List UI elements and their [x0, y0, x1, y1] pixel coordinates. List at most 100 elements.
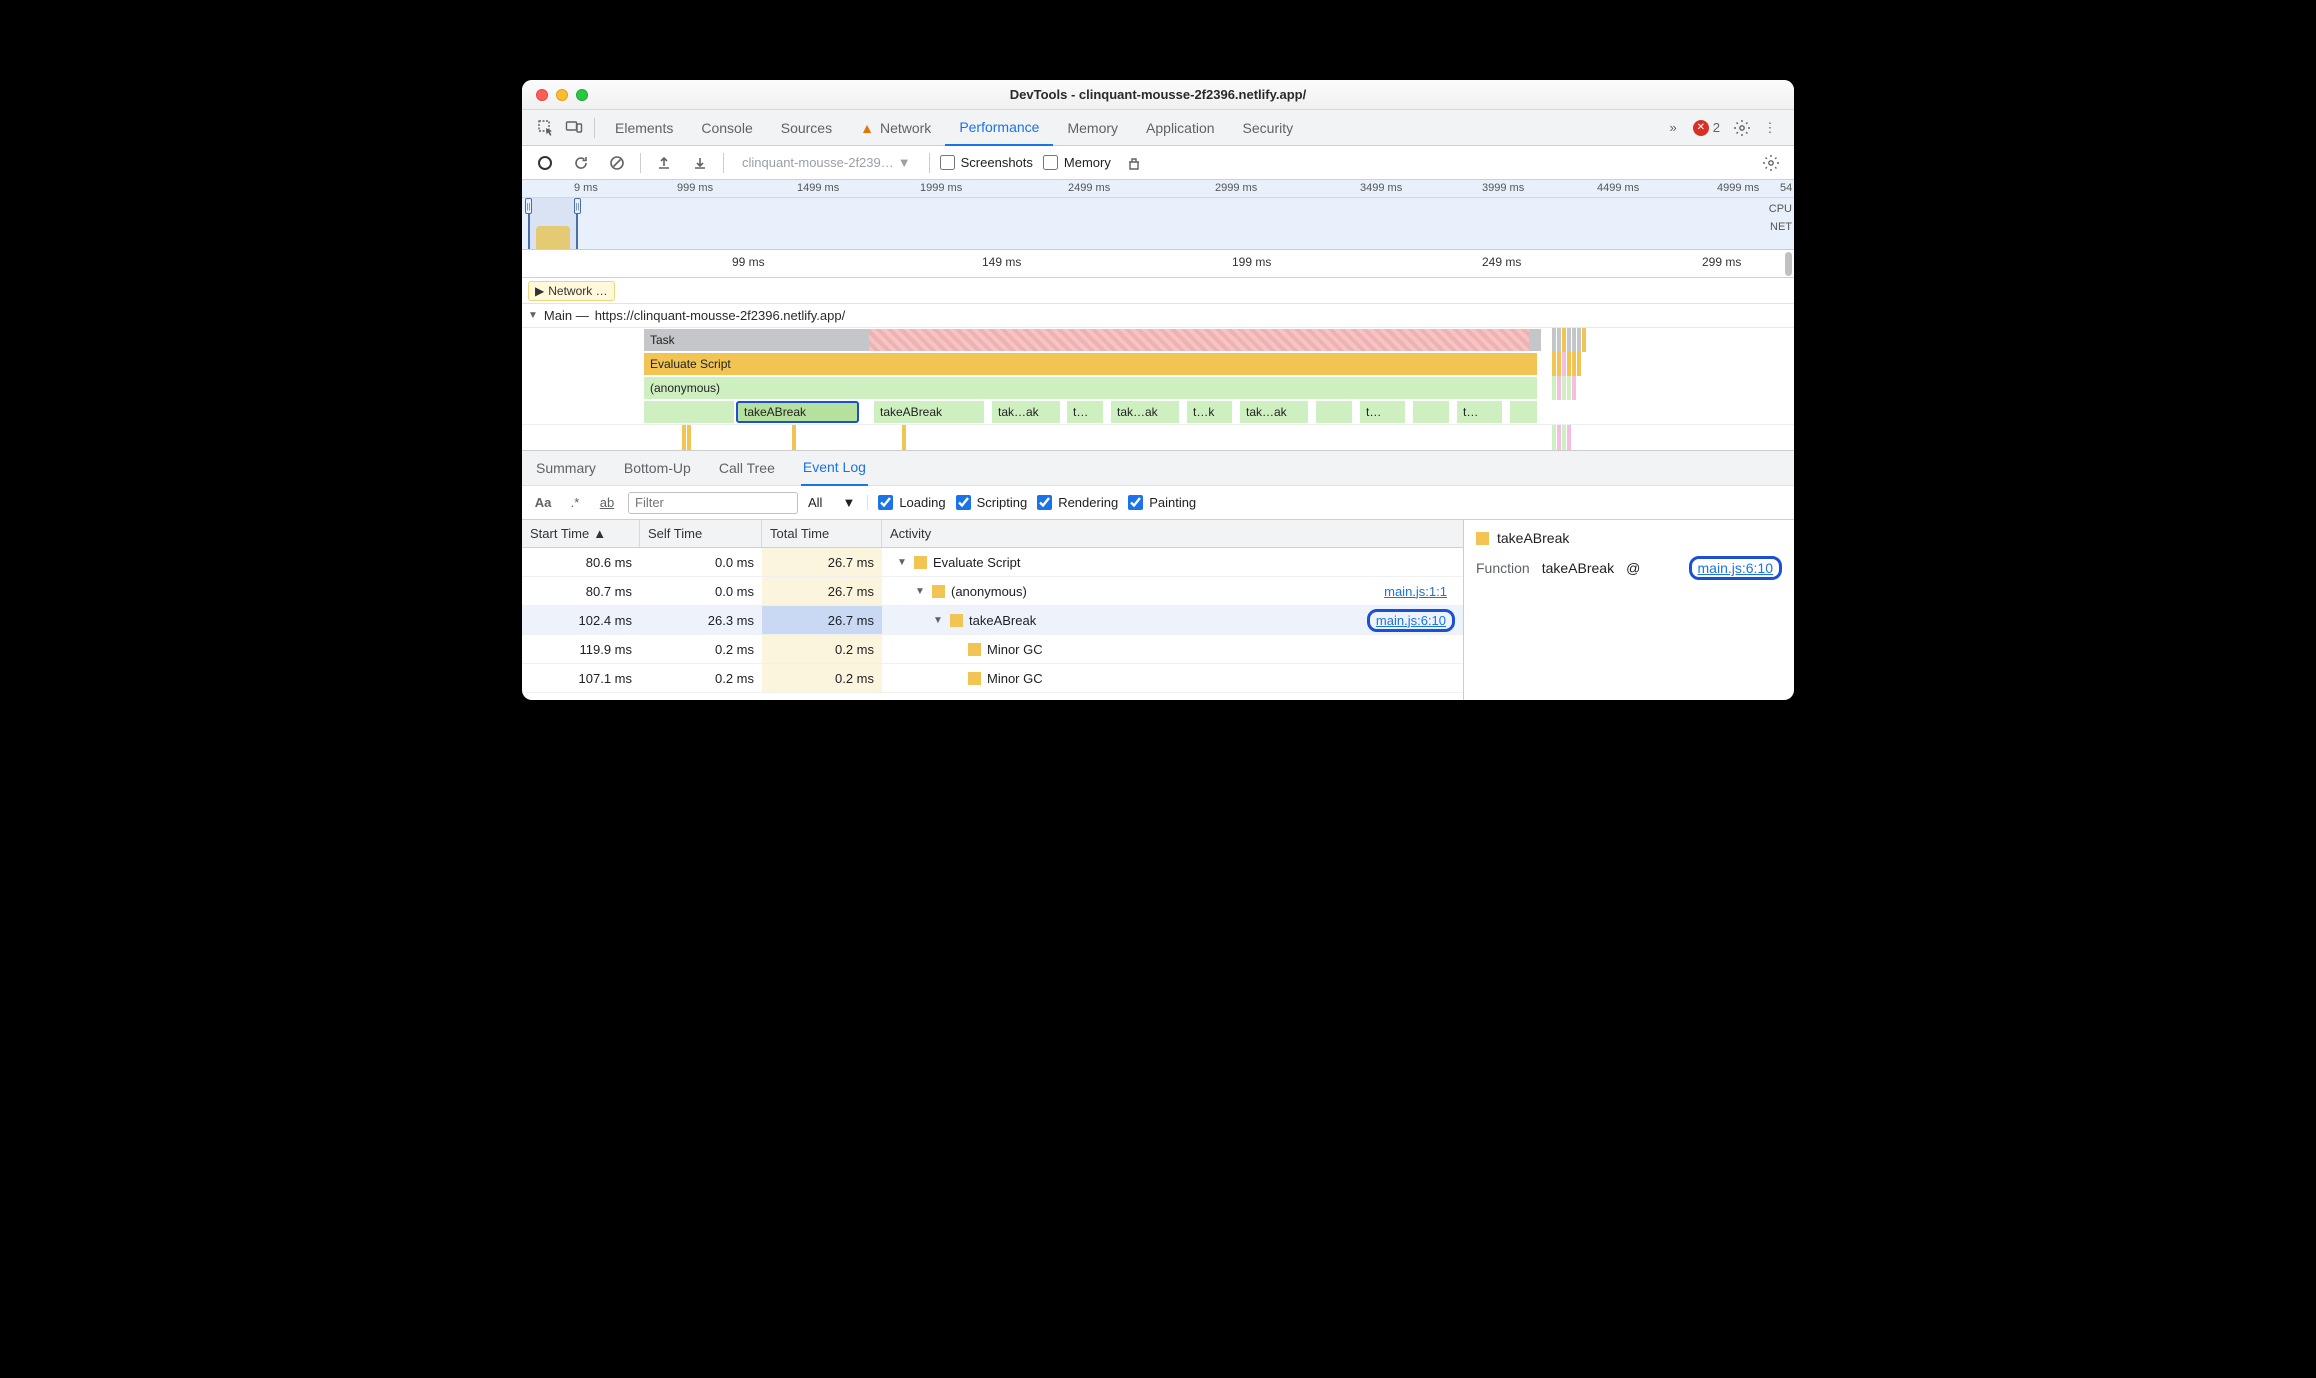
more-menu-icon[interactable]: ⋮ [1756, 114, 1784, 142]
flame-evaluate-script[interactable]: Evaluate Script [644, 353, 1537, 375]
clear-button[interactable] [604, 150, 630, 176]
expander-icon[interactable]: ▼ [896, 557, 908, 568]
flame-eval-mini [1552, 352, 1622, 376]
eventlog-row[interactable]: 80.6 ms0.0 ms26.7 ms▼Evaluate Script [522, 548, 1463, 577]
flame-call[interactable]: tak…ak [992, 401, 1060, 423]
screenshots-checkbox-input[interactable] [940, 155, 955, 170]
tab-elements[interactable]: Elements [601, 110, 687, 146]
regex-icon[interactable]: .* [564, 495, 586, 510]
screenshots-label: Screenshots [961, 155, 1033, 170]
reload-button[interactable] [568, 150, 594, 176]
flame-call[interactable]: t… [1360, 401, 1405, 423]
network-track[interactable]: ▶ Network … [522, 278, 1794, 304]
tab-security[interactable]: Security [1229, 110, 1308, 146]
filter-painting-checkbox[interactable]: Painting [1128, 495, 1196, 510]
detail-scrollbar[interactable] [1785, 252, 1792, 276]
tab-application[interactable]: Application [1132, 110, 1229, 146]
tab-sources[interactable]: Sources [767, 110, 846, 146]
upload-profile-icon[interactable] [651, 150, 677, 176]
eventlog-row[interactable]: 107.1 ms0.2 ms0.2 msMinor GC [522, 664, 1463, 693]
flame-rows[interactable]: Task Evaluate Script (anonymous) [522, 328, 1794, 450]
filter-scope-dropdown[interactable]: All ▼ [808, 495, 868, 510]
screenshots-checkbox[interactable]: Screenshots [940, 155, 1033, 170]
activity-swatch-icon [914, 556, 927, 569]
overview-handle-right[interactable]: || [574, 198, 581, 214]
col-self-time[interactable]: Self Time [640, 520, 762, 547]
cell-activity: ▼(anonymous)main.js:1:1 [882, 577, 1463, 605]
overview-handle-left[interactable]: || [525, 198, 532, 214]
expander-icon[interactable]: ▼ [914, 586, 926, 597]
subtab-calltree[interactable]: Call Tree [717, 460, 777, 476]
sort-asc-icon: ▲ [593, 526, 606, 541]
main-track-header[interactable]: ▼ Main — https://clinquant-mousse-2f2396… [522, 304, 1794, 328]
flame-call[interactable]: t… [1067, 401, 1103, 423]
flame-call[interactable]: t… [1457, 401, 1502, 423]
device-toolbar-icon[interactable] [560, 114, 588, 142]
flame-call[interactable] [1510, 401, 1537, 423]
flame-anonymous[interactable]: (anonymous) [644, 377, 1537, 399]
details-sidepanel: takeABreak Function takeABreak @ main.js… [1464, 520, 1794, 700]
filter-input[interactable] [628, 492, 798, 514]
memory-checkbox[interactable]: Memory [1043, 155, 1111, 170]
col-start-time[interactable]: Start Time ▲ [522, 520, 640, 547]
cell-start: 102.4 ms [522, 606, 640, 634]
details-split: Start Time ▲ Self Time Total Time Activi… [522, 520, 1794, 700]
settings-gear-icon[interactable] [1728, 114, 1756, 142]
cell-self: 0.0 ms [640, 548, 762, 576]
flame-call[interactable]: takeABreak [874, 401, 984, 423]
cell-total: 0.2 ms [762, 635, 882, 663]
network-track-pill[interactable]: ▶ Network … [528, 281, 615, 301]
subtab-eventlog[interactable]: Event Log [801, 450, 868, 486]
filter-loading-checkbox[interactable]: Loading [878, 495, 945, 510]
filter-rendering-checkbox[interactable]: Rendering [1037, 495, 1118, 510]
source-link[interactable]: main.js:6:10 [1367, 609, 1455, 632]
tab-memory[interactable]: Memory [1053, 110, 1132, 146]
timeline-overview[interactable]: 9 ms 999 ms 1499 ms 1999 ms 2499 ms 2999… [522, 180, 1794, 250]
overview-selection-handle[interactable]: || || [528, 198, 578, 249]
tab-performance[interactable]: Performance [945, 110, 1053, 146]
col-activity[interactable]: Activity [882, 520, 1463, 547]
subtab-summary[interactable]: Summary [534, 460, 598, 476]
activity-swatch-icon [950, 614, 963, 627]
tab-network[interactable]: ▲ Network [846, 110, 945, 146]
inspect-element-icon[interactable] [532, 114, 560, 142]
detail-ruler[interactable]: 99 ms 149 ms 199 ms 249 ms 299 ms [522, 250, 1794, 278]
whole-word-icon[interactable]: ab [596, 495, 618, 510]
eventlog-row[interactable]: 80.7 ms0.0 ms26.7 ms▼(anonymous)main.js:… [522, 577, 1463, 606]
eventlog-row[interactable]: 119.9 ms0.2 ms0.2 msMinor GC [522, 635, 1463, 664]
flame-call[interactable]: tak…ak [1240, 401, 1308, 423]
flame-call-pre[interactable] [644, 401, 734, 423]
flame-call[interactable] [1413, 401, 1449, 423]
expander-icon[interactable]: ▼ [932, 615, 944, 626]
error-count: 2 [1713, 120, 1720, 135]
download-profile-icon[interactable] [687, 150, 713, 176]
capture-settings-gear-icon[interactable] [1758, 150, 1784, 176]
source-link[interactable]: main.js:1:1 [1384, 584, 1455, 599]
recording-dropdown[interactable]: clinquant-mousse-2f239… ▼ [734, 153, 919, 172]
filter-scripting-checkbox[interactable]: Scripting [956, 495, 1028, 510]
flame-call[interactable]: t…k [1187, 401, 1232, 423]
activity-swatch-icon [968, 643, 981, 656]
flame-task-long[interactable] [869, 329, 1529, 351]
eventlog-row[interactable]: 102.4 ms26.3 ms26.7 ms▼takeABreakmain.js… [522, 606, 1463, 635]
tab-console[interactable]: Console [687, 110, 766, 146]
memory-checkbox-input[interactable] [1043, 155, 1058, 170]
record-button[interactable] [532, 150, 558, 176]
flame-anon-mini [1552, 376, 1622, 400]
flame-task-slice[interactable] [1529, 329, 1541, 351]
subtab-bottomup[interactable]: Bottom-Up [622, 460, 693, 476]
tabs-overflow-icon[interactable]: » [1662, 120, 1685, 135]
network-track-label: Network … [548, 284, 607, 298]
flame-call[interactable]: tak…ak [1111, 401, 1179, 423]
error-count-badge[interactable]: ✕ 2 [1685, 120, 1728, 136]
flame-task[interactable]: Task [644, 329, 869, 351]
main-track-url: https://clinquant-mousse-2f2396.netlify.… [595, 308, 846, 323]
sidepanel-fn-label: Function [1476, 560, 1530, 576]
match-case-icon[interactable]: Aa [532, 495, 554, 510]
flame-call[interactable] [1316, 401, 1352, 423]
overview-body[interactable]: || || CPU NET [522, 198, 1794, 249]
col-total-time[interactable]: Total Time [762, 520, 882, 547]
sidepanel-source-link[interactable]: main.js:6:10 [1689, 556, 1782, 580]
gc-button-icon[interactable] [1121, 150, 1147, 176]
flame-call-selected[interactable]: takeABreak [736, 401, 859, 423]
